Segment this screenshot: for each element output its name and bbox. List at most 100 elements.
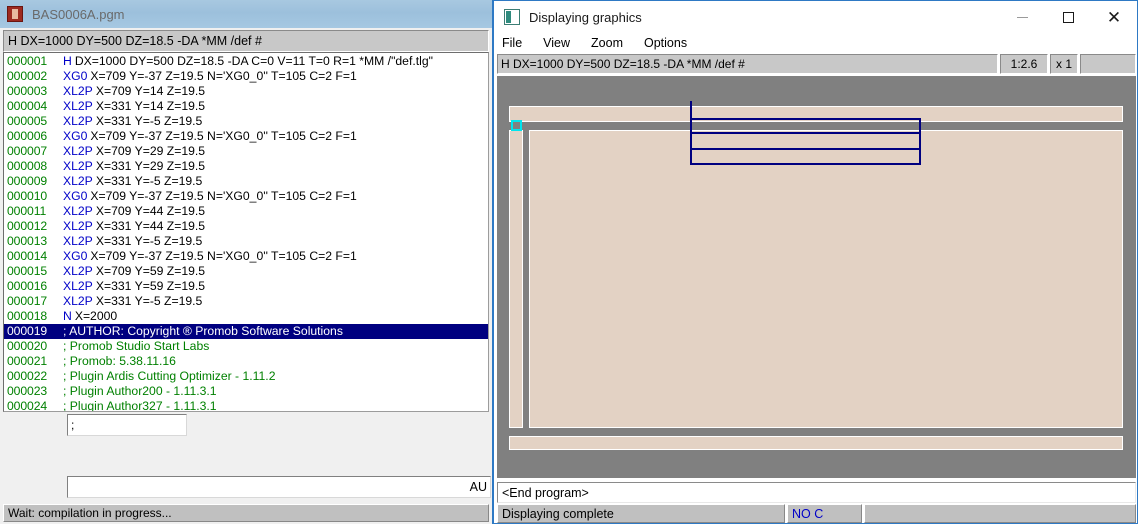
- code-line[interactable]: 000016 XL2P X=331 Y=59 Z=19.5: [4, 279, 488, 294]
- code-line[interactable]: 000003 XL2P X=709 Y=14 Z=19.5: [4, 84, 488, 99]
- code-line[interactable]: 000021 ; Promob: 5.38.11.16: [4, 354, 488, 369]
- code-arguments: X=709 Y=-37 Z=19.5 N='XG0_0'' T=105 C=2 …: [90, 129, 357, 143]
- code-line-number: 000011: [7, 204, 47, 218]
- code-opcode: N: [63, 309, 72, 323]
- code-arguments: X=331 Y=59 Z=19.5: [95, 279, 206, 293]
- code-line-number: 000002: [7, 69, 48, 83]
- menu-options[interactable]: Options: [644, 36, 687, 50]
- code-listing[interactable]: 000001 H DX=1000 DY=500 DZ=18.5 -DA C=0 V=…: [3, 52, 489, 412]
- code-opcode: XL2P: [63, 234, 93, 248]
- toolpath-horizontal-1: [690, 118, 921, 120]
- code-line-number: 000003: [7, 84, 48, 98]
- code-line-number: 000004: [7, 99, 48, 113]
- code-line[interactable]: 000019 ; AUTHOR: Copyright ® Promob Softw…: [4, 324, 488, 339]
- code-opcode: XL2P: [63, 159, 93, 173]
- code-line[interactable]: 000018 N X=2000: [4, 309, 488, 324]
- program-editor-window: BAS0006A.pgm H DX=1000 DY=500 DZ=18.5 -D…: [0, 0, 492, 524]
- code-arguments: X=709 Y=-37 Z=19.5 N='XG0_0'' T=105 C=2 …: [90, 189, 357, 203]
- code-opcode: XL2P: [63, 264, 93, 278]
- graphics-window: Displaying graphics ✕ File View Zoom Opt…: [492, 0, 1138, 524]
- code-opcode: XL2P: [63, 279, 93, 293]
- code-arguments: X=709 Y=29 Z=19.5: [95, 144, 206, 158]
- code-line[interactable]: 000009 XL2P X=331 Y=-5 Z=19.5: [4, 174, 488, 189]
- code-line[interactable]: 000006 XG0 X=709 Y=-37 Z=19.5 N='XG0_0'' T…: [4, 129, 488, 144]
- code-opcode: XG0: [63, 189, 88, 203]
- code-line-number: 000017: [7, 294, 48, 308]
- code-comment: ; Promob Studio Start Labs: [63, 339, 210, 353]
- maximize-icon[interactable]: [1045, 1, 1091, 33]
- program-file-icon: [7, 6, 23, 22]
- code-comment: ; Plugin Author200 - 1.11.3.1: [63, 384, 217, 398]
- code-line-number: 000015: [7, 264, 48, 278]
- graphics-menubar: File View Zoom Options: [494, 33, 1137, 53]
- code-line[interactable]: 000014 XG0 X=709 Y=-37 Z=19.5 N='XG0_0'' T…: [4, 249, 488, 264]
- panel-bottom-edge-view: [509, 436, 1123, 450]
- code-line[interactable]: 000015 XL2P X=709 Y=59 Z=19.5: [4, 264, 488, 279]
- code-line[interactable]: 000020 ; Promob Studio Start Labs: [4, 339, 488, 354]
- editor-titlebar[interactable]: BAS0006A.pgm: [0, 0, 492, 28]
- code-line[interactable]: 000011 XL2P X=709 Y=44 Z=19.5: [4, 204, 488, 219]
- program-header-field[interactable]: H DX=1000 DY=500 DZ=18.5 -DA *MM /def #: [3, 30, 489, 52]
- code-opcode: XL2P: [63, 84, 93, 98]
- code-line[interactable]: 000022 ; Plugin Ardis Cutting Optimizer -…: [4, 369, 488, 384]
- graphics-program-header[interactable]: H DX=1000 DY=500 DZ=18.5 -DA *MM /def #: [497, 54, 998, 74]
- menu-view[interactable]: View: [543, 36, 570, 50]
- code-line[interactable]: 000010 XG0 X=709 Y=-37 Z=19.5 N='XG0_0'' T…: [4, 189, 488, 204]
- code-opcode: XL2P: [63, 294, 93, 308]
- code-line[interactable]: 000008 XL2P X=331 Y=29 Z=19.5: [4, 159, 488, 174]
- menu-zoom[interactable]: Zoom: [591, 36, 623, 50]
- graphics-titlebar[interactable]: Displaying graphics ✕: [494, 1, 1137, 33]
- code-comment: ; AUTHOR: Copyright ® Promob Software So…: [63, 324, 343, 338]
- comment-input[interactable]: ;: [67, 414, 187, 436]
- code-line-number: 000006: [7, 129, 48, 143]
- code-line[interactable]: 000013 XL2P X=331 Y=-5 Z=19.5: [4, 234, 488, 249]
- window-controls: ✕: [999, 1, 1137, 33]
- toolpath-horizontal-3: [690, 148, 921, 150]
- minimize-icon[interactable]: [999, 1, 1045, 33]
- toolbar-empty-field[interactable]: [1080, 54, 1136, 74]
- code-line[interactable]: 000005 XL2P X=331 Y=-5 Z=19.5: [4, 114, 488, 129]
- code-comment: ; Plugin Ardis Cutting Optimizer - 1.11.…: [63, 369, 276, 383]
- program-header-text: H DX=1000 DY=500 DZ=18.5 -DA *MM /def #: [8, 34, 262, 48]
- toolpath-horizontal-2: [690, 132, 921, 134]
- code-line[interactable]: 000007 XL2P X=709 Y=29 Z=19.5: [4, 144, 488, 159]
- code-line-number: 000012: [7, 219, 48, 233]
- code-line-number: 000008: [7, 159, 48, 173]
- code-line[interactable]: 000002 XG0 X=709 Y=-37 Z=19.5 N='XG0_0'' T…: [4, 69, 488, 84]
- code-line[interactable]: 000012 XL2P X=331 Y=44 Z=19.5: [4, 219, 488, 234]
- command-input[interactable]: AU: [67, 476, 491, 498]
- code-arguments: X=331 Y=-5 Z=19.5: [95, 114, 203, 128]
- code-opcode: XL2P: [63, 144, 93, 158]
- code-line-number: 000024: [7, 399, 48, 412]
- close-icon[interactable]: ✕: [1091, 1, 1137, 33]
- graphics-title: Displaying graphics: [529, 9, 642, 25]
- code-arguments: X=331 Y=29 Z=19.5: [95, 159, 206, 173]
- code-arguments: X=331 Y=-5 Z=19.5: [95, 174, 203, 188]
- code-line[interactable]: 000023 ; Plugin Author200 - 1.11.3.1: [4, 384, 488, 399]
- code-arguments: DX=1000 DY=500 DZ=18.5 -DA C=0 V=11 T=0 …: [74, 54, 433, 68]
- graphics-status-mode: NO C: [787, 504, 862, 523]
- code-opcode: H: [63, 54, 72, 68]
- menu-file[interactable]: File: [502, 36, 522, 50]
- comment-input-value: ;: [71, 418, 75, 432]
- graphics-canvas[interactable]: [497, 76, 1136, 478]
- code-opcode: XG0: [63, 69, 88, 83]
- code-line[interactable]: 000024 ; Plugin Author327 - 1.11.3.1: [4, 399, 488, 412]
- code-line-number: 000014: [7, 249, 48, 263]
- panel-left-edge-view: [509, 130, 523, 428]
- code-line[interactable]: 000017 XL2P X=331 Y=-5 Z=19.5: [4, 294, 488, 309]
- code-line[interactable]: 000001 H DX=1000 DY=500 DZ=18.5 -DA C=0 V=…: [4, 54, 488, 69]
- scale-indicator[interactable]: 1:2.6: [1000, 54, 1048, 74]
- code-arguments: X=709 Y=-37 Z=19.5 N='XG0_0'' T=105 C=2 …: [90, 69, 357, 83]
- code-line-number: 000009: [7, 174, 48, 188]
- code-arguments: X=331 Y=44 Z=19.5: [95, 219, 206, 233]
- code-line-number: 000018: [7, 309, 48, 323]
- zoom-indicator[interactable]: x 1: [1050, 54, 1078, 74]
- code-line-number: 000005: [7, 114, 48, 128]
- code-arguments: X=331 Y=-5 Z=19.5: [95, 234, 203, 248]
- code-opcode: XG0: [63, 249, 88, 263]
- graphics-status-message: Displaying complete: [497, 504, 785, 523]
- code-line[interactable]: 000004 XL2P X=331 Y=14 Z=19.5: [4, 99, 488, 114]
- zoom-value: x 1: [1055, 57, 1072, 71]
- editor-statusbar: Wait: compilation in progress...: [3, 504, 489, 522]
